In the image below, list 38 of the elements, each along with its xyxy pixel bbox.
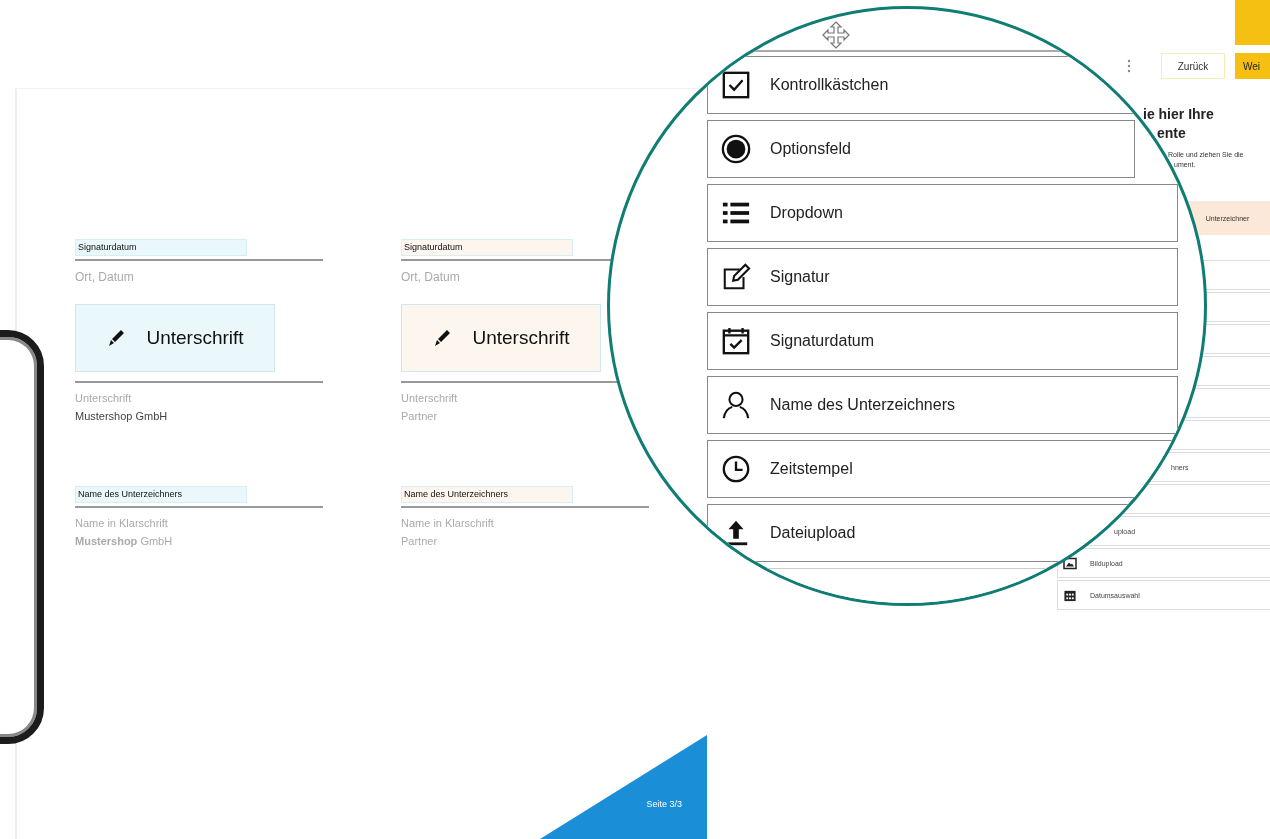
name-field[interactable]: Name des Unterzeichners: [75, 486, 247, 503]
person-icon: [721, 390, 751, 420]
pen-icon: [721, 262, 751, 292]
radio-icon: [721, 134, 751, 164]
element-item[interactable]: Dropdown: [707, 184, 1178, 242]
clock-icon: [721, 454, 751, 484]
panel-heading: ente: [1157, 124, 1187, 143]
field-caption: Ort, Datum: [401, 270, 460, 284]
pen-icon: [106, 328, 127, 348]
party-name: Mustershop GmbH: [75, 410, 168, 422]
date-field[interactable]: Signaturdatum: [75, 239, 247, 256]
field-caption: Unterschrift: [75, 392, 132, 404]
page-number: Seite 3/3: [646, 799, 682, 809]
name-field[interactable]: Name des Unterzeichners: [401, 486, 573, 503]
field-caption: Name in Klarschrift: [401, 517, 494, 529]
element-item[interactable]: Optionsfeld: [707, 120, 1135, 178]
element-item[interactable]: Kontrollkästchen: [707, 56, 1135, 114]
pen-icon: [432, 328, 453, 348]
corner-block: [1235, 0, 1270, 45]
signature-button[interactable]: Unterschrift: [401, 304, 601, 372]
panel-heading: ie hier Ihre: [1143, 105, 1214, 124]
element-item[interactable]: Signaturdatum: [707, 312, 1178, 370]
checkbox-icon: [721, 70, 751, 100]
more-icon[interactable]: [1127, 59, 1131, 73]
field-caption: Name in Klarschrift: [75, 517, 168, 529]
element-item[interactable]: Signatur: [707, 248, 1178, 306]
field-caption: Unterschrift: [401, 392, 458, 404]
calendar-icon: [1063, 588, 1077, 602]
date-field[interactable]: Signaturdatum: [401, 239, 573, 256]
party-name: Mustershop GmbH: [75, 535, 173, 547]
calendar-icon: [721, 326, 751, 356]
party-name: Partner: [401, 410, 438, 422]
field-caption: Ort, Datum: [75, 270, 134, 284]
next-button[interactable]: Wei: [1235, 53, 1270, 79]
signature-button[interactable]: Unterschrift: [75, 304, 275, 372]
element-item[interactable]: Name des Unterzeichners: [707, 376, 1178, 434]
move-icon[interactable]: [821, 21, 851, 51]
party-name: Partner: [401, 535, 438, 547]
